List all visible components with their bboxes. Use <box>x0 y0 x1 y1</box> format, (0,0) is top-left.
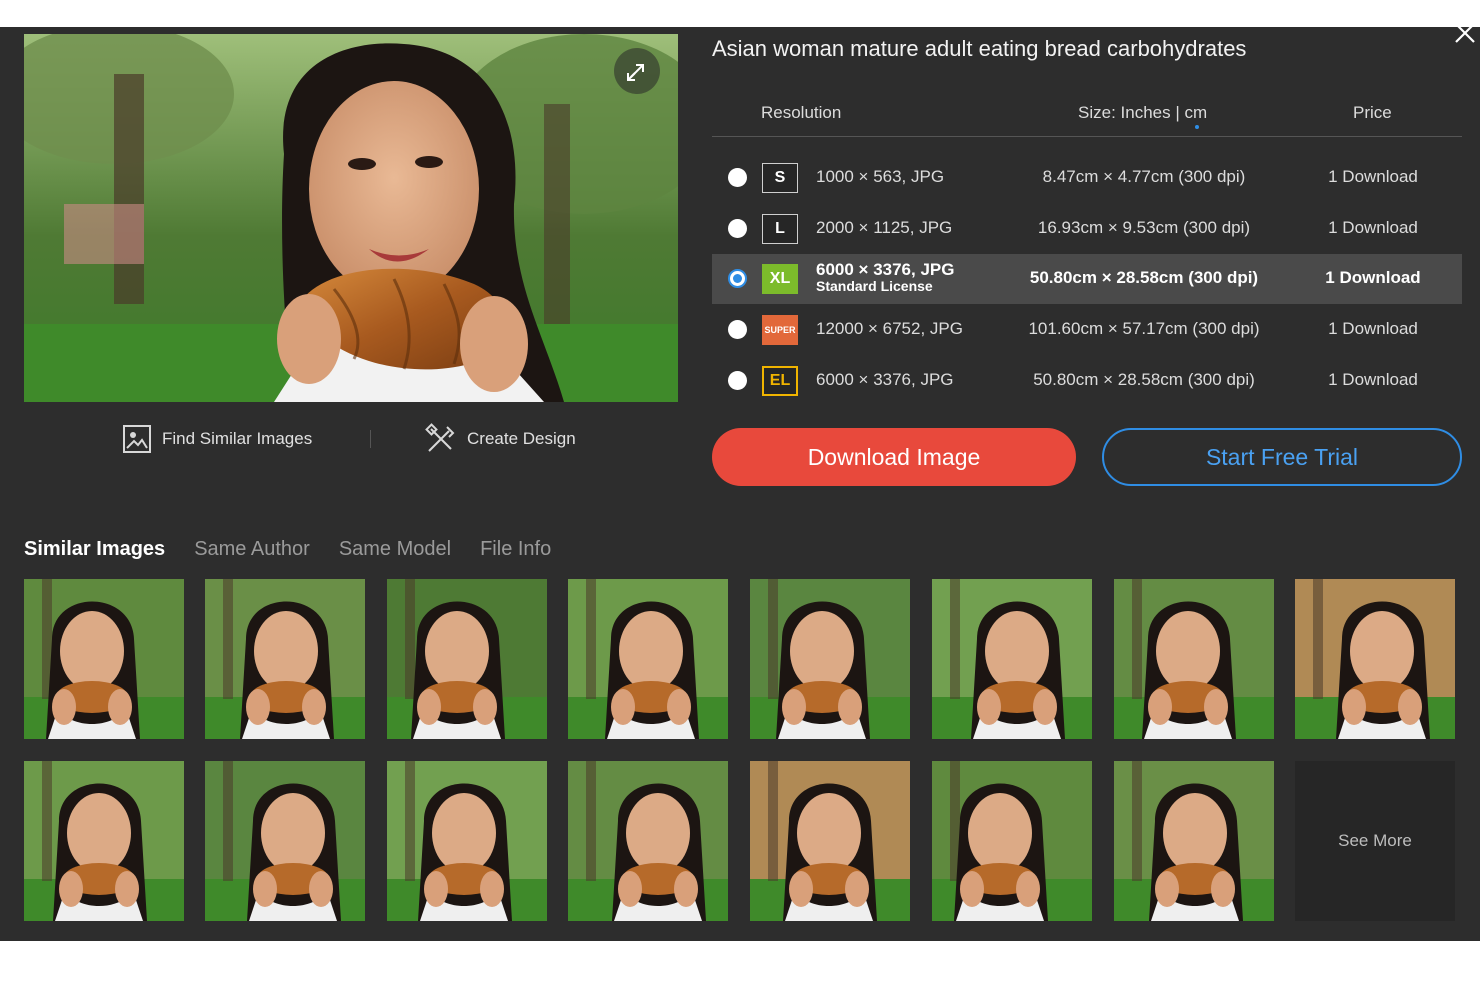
badge-xl: XL <box>762 264 798 294</box>
similar-image-thumb[interactable] <box>1295 579 1455 739</box>
license-row-s[interactable]: S 1000 × 563, JPG 8.47cm × 4.77cm (300 d… <box>712 153 1462 203</box>
price-l: 1 Download <box>1328 218 1418 237</box>
resolution-s: 1000 × 563, JPG <box>816 167 945 186</box>
resolution-xl-value: 6000 × 3376, JPG <box>816 260 955 279</box>
image-detail-modal: Find Similar Images Create Design Asian … <box>0 23 1480 941</box>
image-search-icon <box>123 425 151 453</box>
license-row-xl[interactable]: XL 6000 × 3376, JPG Standard License 50.… <box>712 254 1462 304</box>
similar-image-thumb[interactable] <box>932 761 1092 921</box>
license-xl: Standard License <box>816 278 933 294</box>
similar-image-thumb[interactable] <box>205 579 365 739</box>
image-title: Asian woman mature adult eating bread ca… <box>712 36 1247 61</box>
design-tools-icon <box>425 423 455 452</box>
start-free-trial-button[interactable]: Start Free Trial <box>1102 428 1462 486</box>
license-row-el[interactable]: EL 6000 × 3376, JPG 50.80cm × 28.58cm (3… <box>712 356 1462 406</box>
similar-image-thumb[interactable] <box>24 761 184 921</box>
expand-icon <box>627 64 644 81</box>
size-l: 16.93cm × 9.53cm (300 dpi) <box>1037 218 1251 237</box>
price-s: 1 Download <box>1328 167 1418 186</box>
similar-image-thumb[interactable] <box>205 761 365 921</box>
see-more-button[interactable]: See More <box>1295 761 1455 921</box>
close-icon[interactable] <box>1451 19 1479 47</box>
resolution-el: 6000 × 3376, JPG <box>816 370 954 389</box>
similar-image-thumb[interactable] <box>387 579 547 739</box>
create-design-label: Create Design <box>467 429 576 448</box>
radio-xl-selected[interactable] <box>728 269 747 288</box>
badge-super: SUPER <box>762 315 798 345</box>
similar-image-thumb[interactable] <box>568 761 728 921</box>
find-similar-label: Find Similar Images <box>162 429 313 448</box>
similar-image-thumb[interactable] <box>1114 761 1274 921</box>
related-tabs: Similar Images Same Author Same Model Fi… <box>24 538 551 561</box>
size-super: 101.60cm × 57.17cm (300 dpi) <box>1028 319 1260 338</box>
resolution-super: 12000 × 6752, JPG <box>816 319 963 338</box>
similar-image-thumb[interactable] <box>932 579 1092 739</box>
header-price: Price <box>1353 103 1392 122</box>
license-table-header: Resolution Size: Inches | cm Price <box>712 98 1462 137</box>
price-super: 1 Download <box>1328 319 1418 338</box>
tab-similar-images[interactable]: Similar Images <box>24 538 165 561</box>
radio-s[interactable] <box>728 168 747 187</box>
badge-l: L <box>762 214 798 244</box>
similar-image-thumb[interactable] <box>24 579 184 739</box>
resolution-l: 2000 × 1125, JPG <box>816 218 953 237</box>
find-similar-link[interactable]: Find Similar Images <box>122 422 312 456</box>
similar-image-thumb[interactable] <box>1114 579 1274 739</box>
photo-woman-eating-croissant <box>24 34 678 402</box>
license-row-super[interactable]: SUPER 12000 × 6752, JPG 101.60cm × 57.17… <box>712 305 1462 355</box>
price-xl: 1 Download <box>1325 268 1421 287</box>
price-el: 1 Download <box>1328 370 1418 389</box>
tools-divider <box>370 430 371 448</box>
tab-same-model[interactable]: Same Model <box>339 538 451 561</box>
create-design-link[interactable]: Create Design <box>425 422 576 456</box>
header-resolution: Resolution <box>761 103 842 122</box>
similar-image-thumb[interactable] <box>568 579 728 739</box>
size-el: 50.80cm × 28.58cm (300 dpi) <box>1033 370 1255 389</box>
badge-el: EL <box>762 366 798 396</box>
main-photo <box>24 34 678 402</box>
unit-indicator <box>1195 125 1199 129</box>
size-xl: 50.80cm × 28.58cm (300 dpi) <box>1029 268 1259 287</box>
header-size[interactable]: Size: Inches | cm <box>1078 103 1207 123</box>
tab-same-author[interactable]: Same Author <box>194 538 310 561</box>
tab-file-info[interactable]: File Info <box>480 538 551 561</box>
expand-button[interactable] <box>614 48 660 94</box>
radio-l[interactable] <box>728 219 747 238</box>
similar-image-thumb[interactable] <box>387 761 547 921</box>
radio-el[interactable] <box>728 371 747 390</box>
size-s: 8.47cm × 4.77cm (300 dpi) <box>1042 167 1246 186</box>
license-row-l[interactable]: L 2000 × 1125, JPG 16.93cm × 9.53cm (300… <box>712 204 1462 254</box>
download-image-button[interactable]: Download Image <box>712 428 1076 486</box>
similar-image-thumb[interactable] <box>750 761 910 921</box>
radio-super[interactable] <box>728 320 747 339</box>
badge-s: S <box>762 163 798 193</box>
similar-image-thumb[interactable] <box>750 579 910 739</box>
resolution-xl: 6000 × 3376, JPG Standard License <box>816 261 954 295</box>
